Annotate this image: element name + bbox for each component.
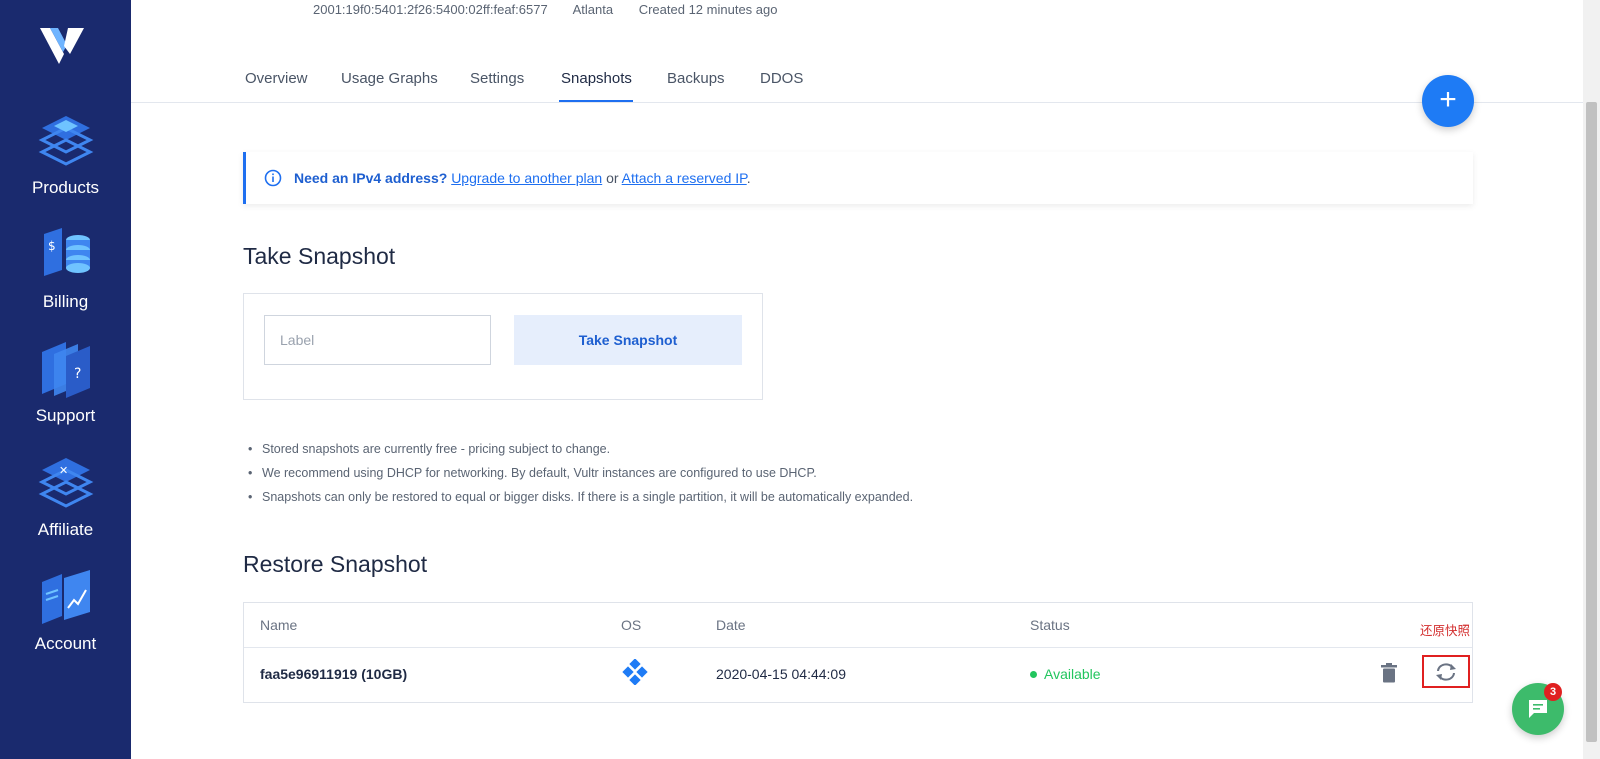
alert-period: . bbox=[746, 170, 751, 186]
billing-icon: $ bbox=[43, 228, 90, 276]
sidebar-item-label: Support bbox=[35, 406, 96, 425]
sidebar-item-support[interactable]: ? Support bbox=[0, 340, 131, 426]
sidebar-item-account[interactable]: Account bbox=[0, 568, 131, 654]
sidebar-item-label: Account bbox=[34, 634, 97, 653]
alert-title: Need an IPv4 address? bbox=[294, 170, 448, 186]
status-dot bbox=[1030, 670, 1037, 678]
products-icon bbox=[38, 116, 93, 166]
column-date: Date bbox=[716, 617, 746, 633]
sidebar-item-affiliate[interactable]: ✕ Affiliate bbox=[0, 454, 131, 540]
note-item: Snapshots can only be restored to equal … bbox=[246, 490, 913, 514]
tab-settings[interactable]: Settings bbox=[470, 70, 524, 87]
svg-text:?: ? bbox=[74, 366, 81, 382]
note-item: We recommend using DHCP for networking. … bbox=[246, 466, 913, 490]
snapshot-table: Name OS Date Status faa5e96911919 (10GB)… bbox=[243, 602, 1473, 703]
column-os: OS bbox=[621, 617, 642, 633]
delete-snapshot-icon[interactable] bbox=[1381, 663, 1397, 683]
note-item: Stored snapshots are currently free - pr… bbox=[246, 442, 913, 466]
snapshot-notes: Stored snapshots are currently free - pr… bbox=[246, 442, 913, 514]
sidebar-item-label: Products bbox=[31, 178, 100, 197]
sidebar-item-billing[interactable]: $ Billing bbox=[0, 226, 131, 312]
restore-snapshot-icon[interactable] bbox=[1434, 662, 1458, 682]
chat-notification-badge: 3 bbox=[1544, 683, 1562, 701]
account-icon bbox=[41, 570, 90, 624]
snapshot-name: faa5e96911919 (10GB) bbox=[260, 666, 408, 682]
info-icon bbox=[264, 169, 282, 187]
tab-snapshots[interactable]: Snapshots bbox=[561, 70, 632, 87]
alert-or-text: or bbox=[606, 170, 619, 186]
table-header: Name OS Date Status bbox=[244, 603, 1472, 648]
take-snapshot-heading: Take Snapshot bbox=[243, 243, 396, 269]
restore-annotation: 还原快照 bbox=[1420, 624, 1471, 638]
restore-snapshot-heading: Restore Snapshot bbox=[243, 551, 428, 577]
sidebar: Products $ Billing ? Support ✕ Affiliate… bbox=[0, 0, 131, 759]
snapshot-date: 2020-04-15 04:44:09 bbox=[716, 666, 846, 682]
active-tab-indicator bbox=[559, 100, 633, 102]
tab-usage-graphs[interactable]: Usage Graphs bbox=[341, 70, 438, 87]
snapshot-label-input[interactable] bbox=[264, 315, 491, 365]
add-button[interactable]: + bbox=[1422, 75, 1474, 127]
affiliate-icon: ✕ bbox=[38, 458, 93, 508]
tab-ddos[interactable]: DDOS bbox=[760, 70, 803, 87]
support-icon: ? bbox=[41, 342, 90, 398]
tab-overview[interactable]: Overview bbox=[245, 70, 308, 87]
column-status: Status bbox=[1030, 617, 1070, 633]
attach-reserved-ip-link[interactable]: Attach a reserved IP bbox=[622, 170, 747, 186]
svg-text:✕: ✕ bbox=[59, 464, 68, 477]
column-name: Name bbox=[260, 617, 298, 633]
status-text: Available bbox=[1044, 666, 1101, 682]
sidebar-item-label: Affiliate bbox=[37, 520, 94, 539]
tab-bar bbox=[131, 0, 1583, 103]
vultr-logo-icon[interactable] bbox=[40, 24, 86, 66]
status-badge: Available bbox=[1030, 666, 1101, 682]
take-snapshot-button[interactable]: Take Snapshot bbox=[514, 315, 742, 365]
sidebar-item-products[interactable]: Products bbox=[0, 112, 131, 198]
chat-icon bbox=[1529, 700, 1547, 718]
svg-text:$: $ bbox=[48, 239, 56, 253]
upgrade-plan-link[interactable]: Upgrade to another plan bbox=[451, 170, 602, 186]
os-icon bbox=[622, 659, 648, 685]
ipv4-alert: Need an IPv4 address? Upgrade to another… bbox=[243, 152, 1473, 204]
scrollbar-thumb[interactable] bbox=[1586, 102, 1597, 742]
tab-backups[interactable]: Backups bbox=[667, 70, 725, 87]
sidebar-item-label: Billing bbox=[42, 292, 89, 311]
